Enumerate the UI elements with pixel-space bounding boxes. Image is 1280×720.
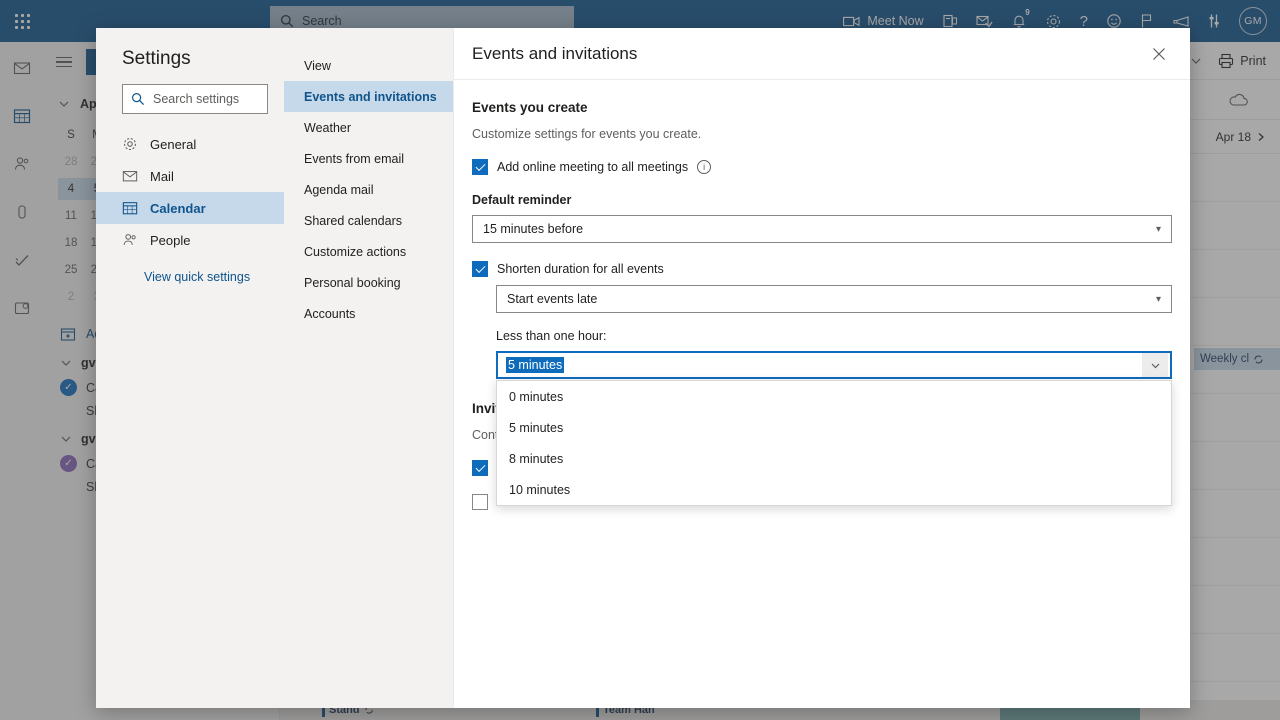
settings-nav-pane: Settings Search settings General Mail Ca… (96, 28, 284, 708)
gear-icon (124, 138, 136, 150)
info-icon[interactable]: i (697, 160, 712, 174)
shorten-mode-value: Start events late (507, 292, 598, 306)
shorten-mode-select[interactable]: Start events late ▾ (496, 285, 1172, 313)
calendar-icon (122, 202, 138, 215)
settings-nav-list: General Mail Calendar People View quick … (96, 128, 284, 284)
sidebar-item-calendar[interactable]: Calendar (96, 192, 284, 224)
online-meeting-label: Add online meeting to all meetings (497, 160, 689, 174)
close-icon (1153, 47, 1165, 60)
chevron-down-icon: ▾ (1155, 223, 1161, 235)
dropdown-toggle-button[interactable] (1142, 353, 1168, 377)
settings-title: Settings (122, 48, 191, 69)
page-title: Events and invitations (472, 43, 638, 63)
screen: N Ap S M T W T F S 28 29 30 (0, 0, 1280, 720)
sidebar-item-label: People (150, 232, 191, 248)
sidebar-item-general[interactable]: General (96, 128, 284, 160)
subnav-item-personal-booking[interactable]: Personal booking (284, 267, 453, 298)
shorten-duration-label: Shorten duration for all events (497, 262, 664, 276)
section-description: Customize settings for events you create… (472, 127, 702, 141)
dropdown-option[interactable]: 5 minutes (497, 412, 1171, 443)
checkbox-row-online-meeting: Add online meeting to all meetings i (472, 159, 1172, 175)
shorten-duration-options: Start events late ▾ Less than one hour: … (496, 285, 1172, 506)
sidebar-item-mail[interactable]: Mail (96, 160, 284, 192)
settings-dialog: Settings Search settings General Mail Ca… (96, 28, 1190, 708)
default-reminder-select[interactable]: 15 minutes before ▾ (472, 215, 1172, 243)
dropdown-option[interactable]: 8 minutes (497, 443, 1171, 474)
sidebar-item-label: General (150, 136, 197, 152)
default-reminder-value: 15 minutes before (483, 222, 584, 236)
shorten-duration-checkbox[interactable] (472, 261, 488, 277)
sidebar-item-people[interactable]: People (96, 224, 284, 256)
people-icon (123, 234, 136, 245)
checkbox-row-shorten-duration: Shorten duration for all events (472, 261, 1172, 277)
default-reminder-label: Default reminder (472, 193, 572, 207)
dropdown-option[interactable]: 10 minutes (497, 474, 1171, 505)
close-button[interactable] (1144, 39, 1174, 69)
subnav-item-accounts[interactable]: Accounts (284, 298, 453, 329)
subnav-item-agenda-mail[interactable]: Agenda mail (284, 174, 453, 205)
section-title-events-you-create: Events you create (472, 100, 588, 115)
subnav-item-weather[interactable]: Weather (284, 112, 453, 143)
less-than-one-hour-dropdown-list: 0 minutes 5 minutes 8 minutes 10 minutes (496, 380, 1172, 506)
settings-subnav-pane: View Events and invitations Weather Even… (284, 28, 454, 708)
sidebar-item-label: Calendar (150, 200, 206, 216)
subnav-item-view[interactable]: View (284, 50, 453, 81)
subnav-item-customize-actions[interactable]: Customize actions (284, 236, 453, 267)
less-than-one-hour-combo-wrapper: 5 minutes 0 minutes 5 minutes 8 minutes … (496, 351, 1172, 506)
subnav-item-events-from-email[interactable]: Events from email (284, 143, 453, 174)
dropdown-option[interactable]: 0 minutes (497, 381, 1171, 412)
settings-search-placeholder: Search settings (153, 92, 240, 106)
settings-panel-header: Events and invitations (454, 28, 1190, 80)
chevron-down-icon (1151, 363, 1159, 368)
subnav-item-shared-calendars[interactable]: Shared calendars (284, 205, 453, 236)
less-than-one-hour-label: Less than one hour: (496, 329, 607, 343)
settings-search-input[interactable]: Search settings (122, 84, 268, 114)
sidebar-item-label: Mail (150, 168, 174, 184)
subnav-item-events-and-invitations[interactable]: Events and invitations (284, 81, 453, 112)
chevron-down-icon: ▾ (1155, 293, 1161, 305)
less-than-one-hour-value: 5 minutes (506, 357, 565, 373)
view-quick-settings-link[interactable]: View quick settings (96, 270, 284, 284)
delete-notifications-checkbox[interactable] (472, 494, 488, 510)
less-than-one-hour-select[interactable]: 5 minutes (496, 351, 1172, 379)
settings-content-pane: Events and invitations Events you create… (454, 28, 1190, 708)
search-icon (131, 92, 145, 106)
mail-icon (122, 171, 138, 182)
settings-panel-body: Events you create Customize settings for… (454, 80, 1190, 510)
delete-invitations-checkbox[interactable] (472, 460, 488, 476)
online-meeting-checkbox[interactable] (472, 159, 488, 175)
